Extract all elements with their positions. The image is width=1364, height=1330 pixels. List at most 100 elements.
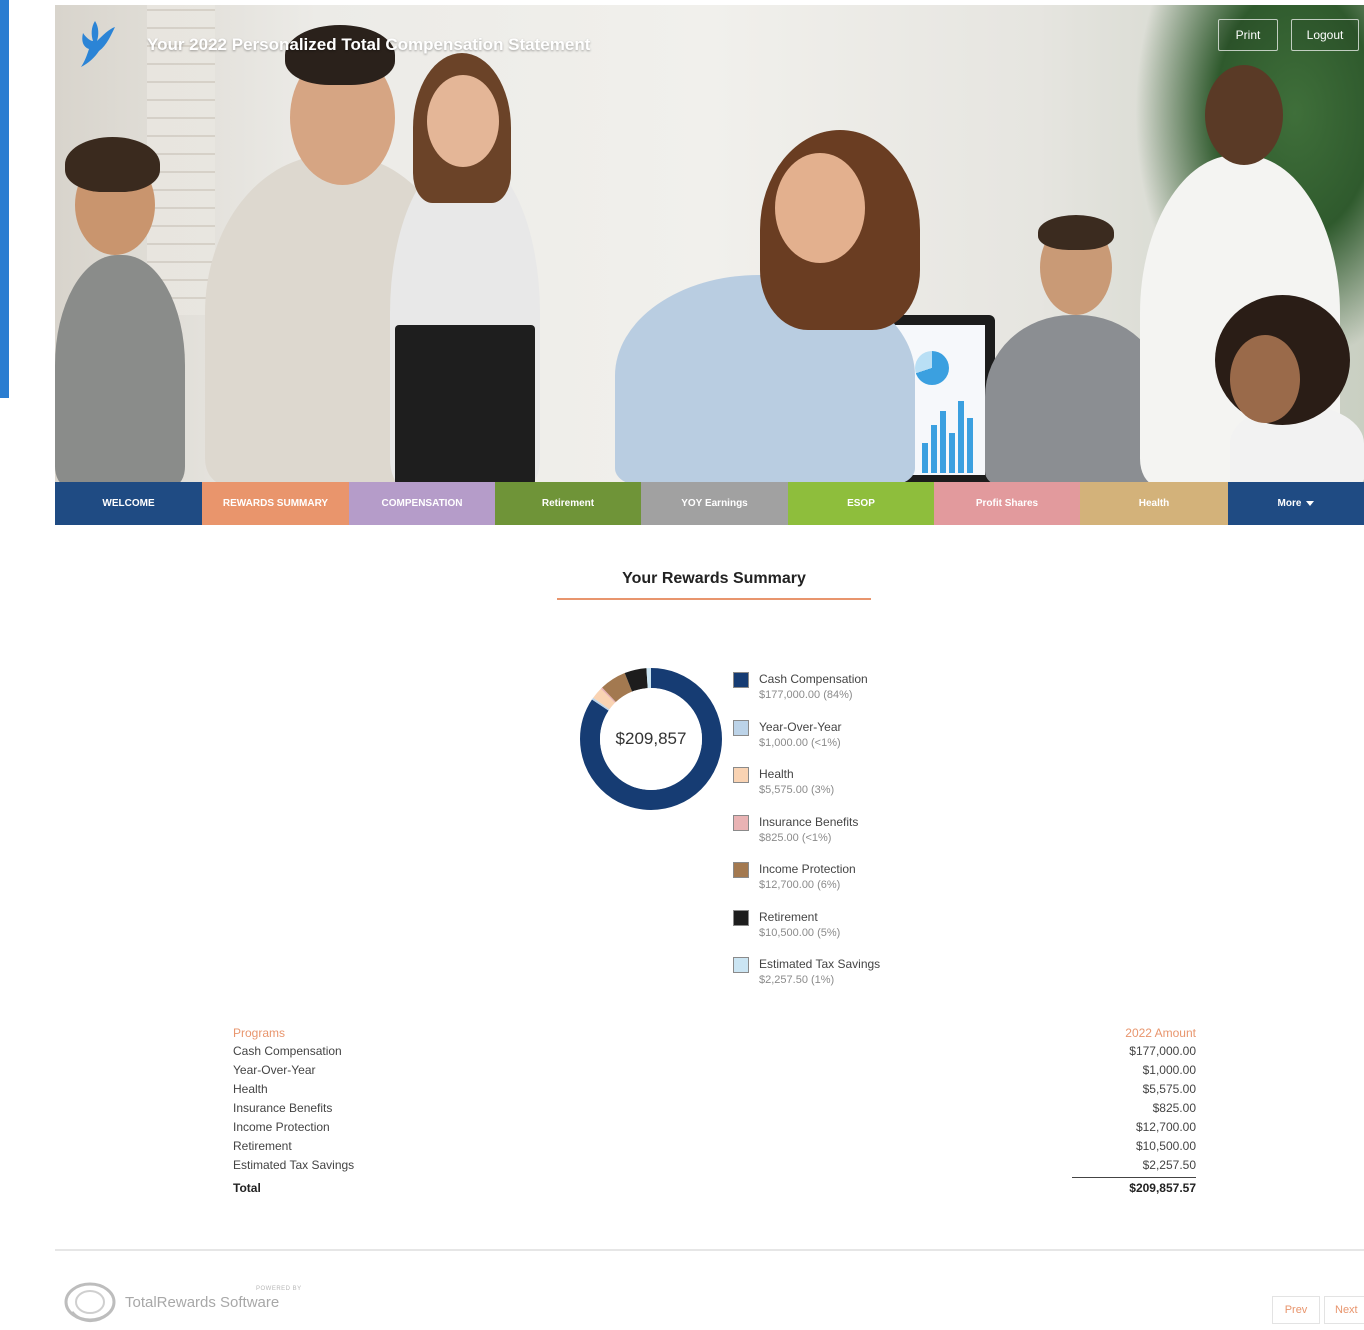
main-nav: WELCOME REWARDS SUMMARY COMPENSATION Retire… <box>55 482 1364 525</box>
brand-name: TotalRewards Software <box>125 1294 280 1311</box>
next-button[interactable]: Next <box>1324 1296 1364 1324</box>
hero-photo-hair <box>65 137 160 192</box>
table-row: Year-Over-Year $1,000.00 <box>233 1061 1196 1080</box>
legend-item: Income Protection $12,700.00 (6%) <box>733 861 993 909</box>
program-amount: $10,500.00 <box>1135 1139 1196 1153</box>
hero-photo-head <box>427 75 499 167</box>
legend-item: Insurance Benefits $825.00 (<1%) <box>733 814 993 862</box>
legend-value: $10,500.00 (5%) <box>759 926 841 939</box>
program-amount: $825.00 <box>1152 1101 1196 1115</box>
program-amount: $12,700.00 <box>1135 1120 1196 1134</box>
powered-by-label: POWERED BY <box>256 1286 302 1292</box>
hero-photo-head <box>1230 335 1300 423</box>
nav-tab-label: YOY Earnings <box>681 498 748 509</box>
col-header-amount: 2022 Amount <box>1125 1026 1196 1040</box>
legend-label: Health <box>759 767 794 781</box>
footer-divider <box>55 1249 1364 1251</box>
table-total-row: Total $209,857.57 <box>233 1179 1196 1198</box>
hero-header: Your 2022 Personalized Total Compensatio… <box>55 5 1364 85</box>
nav-tab-compensation[interactable]: COMPENSATION <box>349 482 495 525</box>
table-row: Cash Compensation $177,000.00 <box>233 1042 1196 1061</box>
section-title: Your Rewards Summary <box>622 570 806 587</box>
table-row: Health $5,575.00 <box>233 1080 1196 1099</box>
nav-tab-label: WELCOME <box>102 498 155 509</box>
table-row: Insurance Benefits $825.00 <box>233 1099 1196 1118</box>
legend-value: $1,000.00 (<1%) <box>759 736 841 749</box>
legend-label: Cash Compensation <box>759 672 868 686</box>
nav-tab-label: Retirement <box>541 498 595 509</box>
nav-tab-retirement[interactable]: Retirement <box>495 482 641 525</box>
legend-swatch <box>733 909 749 926</box>
program-name: Income Protection <box>233 1120 330 1134</box>
legend-swatch <box>733 719 749 736</box>
table-row: Retirement $10,500.00 <box>233 1137 1196 1156</box>
nav-tab-more[interactable]: More <box>1228 482 1364 525</box>
hero-photo-hair <box>1038 215 1114 250</box>
legend-value: $12,700.00 (6%) <box>759 879 841 891</box>
nav-tab-label: More <box>1277 498 1302 509</box>
hero-photo-person <box>985 315 1165 482</box>
legend-item: Year-Over-Year $1,000.00 (<1%) <box>733 719 993 767</box>
legend-label: Insurance Benefits <box>759 814 859 829</box>
print-button[interactable]: Print <box>1218 19 1278 51</box>
nav-tab-esop[interactable]: ESOP <box>788 482 934 525</box>
program-amount: $1,000.00 <box>1142 1063 1196 1077</box>
legend-value: $5,575.00 (3%) <box>759 784 835 796</box>
total-label: Total <box>233 1181 261 1195</box>
table-header: Programs 2022 Amount <box>233 1024 1196 1042</box>
total-amount: $209,857.57 <box>1129 1181 1196 1195</box>
legend-value: $825.00 (<1%) <box>759 831 832 844</box>
nav-tab-label: COMPENSATION <box>381 498 463 509</box>
hero-photo-head <box>775 153 865 263</box>
legend-label: Estimated Tax Savings <box>759 957 881 971</box>
program-amount: $5,575.00 <box>1142 1082 1196 1096</box>
section-title-underline <box>557 598 871 600</box>
legend-value: $2,257.50 (1%) <box>759 974 835 986</box>
legend-label: Income Protection <box>759 862 856 876</box>
nav-tab-label: Profit Shares <box>975 498 1039 509</box>
nav-tab-rewards-summary[interactable]: REWARDS SUMMARY <box>202 482 349 525</box>
side-accent-strip <box>0 0 9 398</box>
legend-swatch <box>733 862 749 878</box>
program-amount: $177,000.00 <box>1129 1044 1196 1058</box>
legend-item: Cash Compensation $177,000.00 (84%) <box>733 671 993 719</box>
nav-tab-yoy-earnings[interactable]: YOY Earnings <box>641 482 788 525</box>
legend-label: Retirement <box>759 909 818 924</box>
nav-tab-label: REWARDS SUMMARY <box>222 498 329 509</box>
program-name: Year-Over-Year <box>233 1063 316 1077</box>
program-name: Cash Compensation <box>233 1044 342 1058</box>
donut-total-label: $209,857 <box>615 729 687 748</box>
nav-tab-label: ESOP <box>847 498 875 509</box>
legend-swatch <box>733 957 749 973</box>
logout-button[interactable]: Logout <box>1291 19 1359 51</box>
prev-button[interactable]: Prev <box>1272 1296 1320 1324</box>
legend-swatch <box>733 767 749 783</box>
program-name: Insurance Benefits <box>233 1101 333 1115</box>
nav-tab-health[interactable]: Health <box>1080 482 1228 525</box>
page-title: Your 2022 Personalized Total Compensatio… <box>147 35 591 54</box>
hero-banner: Your 2022 Personalized Total Compensatio… <box>55 5 1364 482</box>
program-name: Estimated Tax Savings <box>233 1158 355 1172</box>
hero-photo-person-pants <box>395 325 535 482</box>
legend-item: Health $5,575.00 (3%) <box>733 766 993 814</box>
legend-item: Estimated Tax Savings $2,257.50 (1%) <box>733 956 993 1004</box>
nav-tab-welcome[interactable]: WELCOME <box>55 482 202 525</box>
program-name: Retirement <box>233 1139 292 1153</box>
program-name: Health <box>233 1082 268 1096</box>
nav-tab-label: Health <box>1138 498 1170 509</box>
hero-photo-person <box>55 255 185 482</box>
nav-tab-profit-shares[interactable]: Profit Shares <box>934 482 1080 525</box>
legend-value: $177,000.00 (84%) <box>759 689 853 701</box>
col-header-programs: Programs <box>233 1026 286 1040</box>
table-row: Income Protection $12,700.00 <box>233 1118 1196 1137</box>
chart-legend: Cash Compensation $177,000.00 (84%) Year-O… <box>733 671 993 1004</box>
legend-item: Retirement $10,500.00 (5%) <box>733 909 993 957</box>
rewards-donut-chart: $209,857 <box>579 667 723 811</box>
table-row: Estimated Tax Savings $2,257.50 <box>233 1156 1196 1175</box>
legend-swatch <box>733 672 749 688</box>
program-amount: $2,257.50 <box>1142 1158 1196 1172</box>
legend-swatch <box>733 814 749 831</box>
bird-logo-icon <box>81 21 115 67</box>
legend-label: Year-Over-Year <box>759 719 842 734</box>
total-divider <box>1072 1177 1196 1178</box>
